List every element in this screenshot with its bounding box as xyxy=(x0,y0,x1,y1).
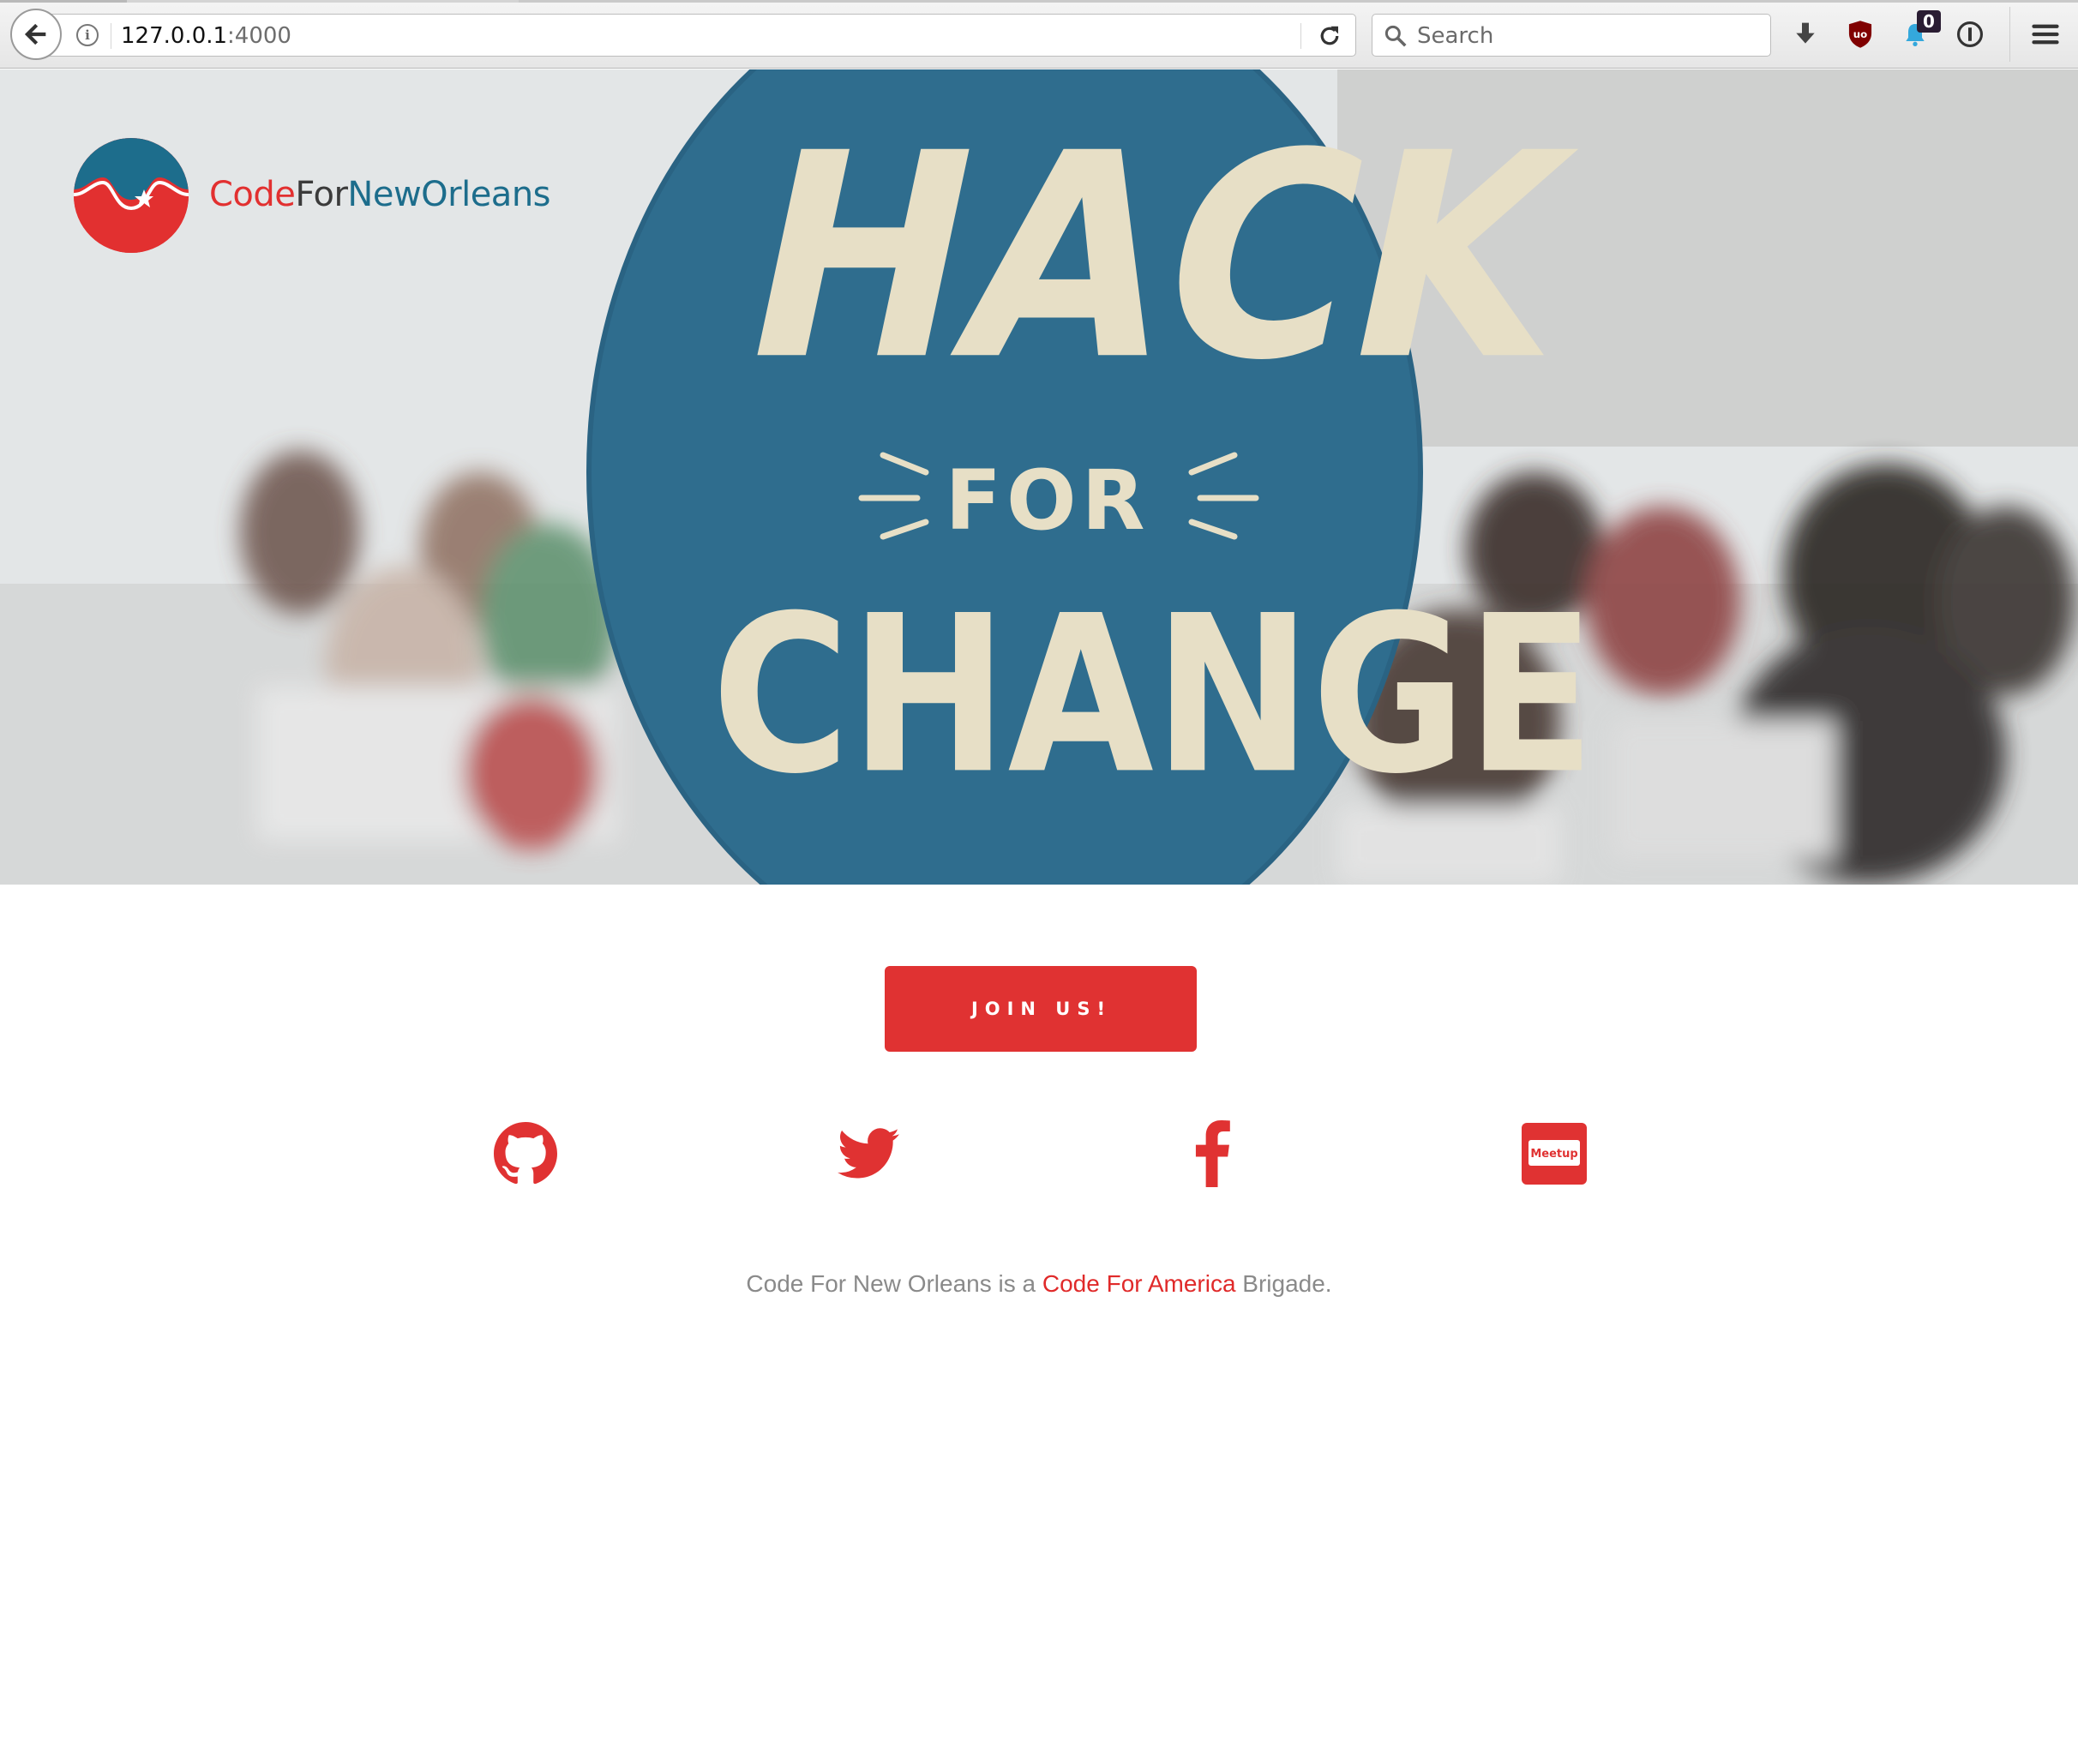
address-bar[interactable]: i 127.0.0.1:4000 xyxy=(43,14,1356,57)
notification-badge: 0 xyxy=(1917,10,1941,33)
meetup-link[interactable]: Meetup xyxy=(1518,1118,1590,1190)
sign-word-hack: HACK xyxy=(719,93,1592,423)
twitter-link[interactable] xyxy=(832,1118,904,1190)
search-icon xyxy=(1383,23,1408,53)
info-icon[interactable]: i xyxy=(76,24,99,46)
search-placeholder: Search xyxy=(1417,23,1494,49)
twitter-icon xyxy=(838,1128,899,1179)
hamburger-menu-icon[interactable] xyxy=(2027,15,2064,53)
meetup-icon: Meetup xyxy=(1522,1123,1587,1185)
search-bar[interactable]: Search xyxy=(1372,14,1771,57)
join-us-button[interactable]: JOIN US! xyxy=(885,966,1197,1052)
download-icon[interactable] xyxy=(1787,15,1824,53)
github-link[interactable] xyxy=(489,1118,562,1190)
url-text[interactable]: 127.0.0.1:4000 xyxy=(121,23,291,49)
logo-emblem-icon xyxy=(74,138,189,253)
sign-word-change: CHANGE xyxy=(712,568,1595,822)
reload-icon[interactable] xyxy=(1312,21,1347,51)
code-for-america-link[interactable]: Code For America xyxy=(1042,1270,1236,1297)
back-button[interactable] xyxy=(10,9,62,60)
facebook-icon xyxy=(1195,1120,1230,1187)
github-icon xyxy=(494,1122,557,1185)
back-arrow-icon xyxy=(24,23,46,45)
svg-text:Meetup: Meetup xyxy=(1530,1148,1577,1161)
logo-mark[interactable] xyxy=(74,138,189,253)
facebook-link[interactable] xyxy=(1176,1118,1248,1190)
ublock-icon[interactable]: uo xyxy=(1841,15,1879,53)
password-manager-icon[interactable] xyxy=(1951,15,1989,53)
footer-text: Code For New Orleans is a Code For Ameri… xyxy=(746,1270,1332,1297)
hero-banner: HACK FOR CHANGE CodeForNewOrleans xyxy=(0,69,2078,885)
logo-wordmark[interactable]: CodeForNewOrleans xyxy=(209,167,551,222)
svg-text:uo: uo xyxy=(1853,28,1867,40)
tab-strip xyxy=(0,0,2078,3)
browser-toolbar: i 127.0.0.1:4000 Search uo 0 xyxy=(0,0,2078,69)
sign-word-for: FOR xyxy=(945,453,1150,549)
